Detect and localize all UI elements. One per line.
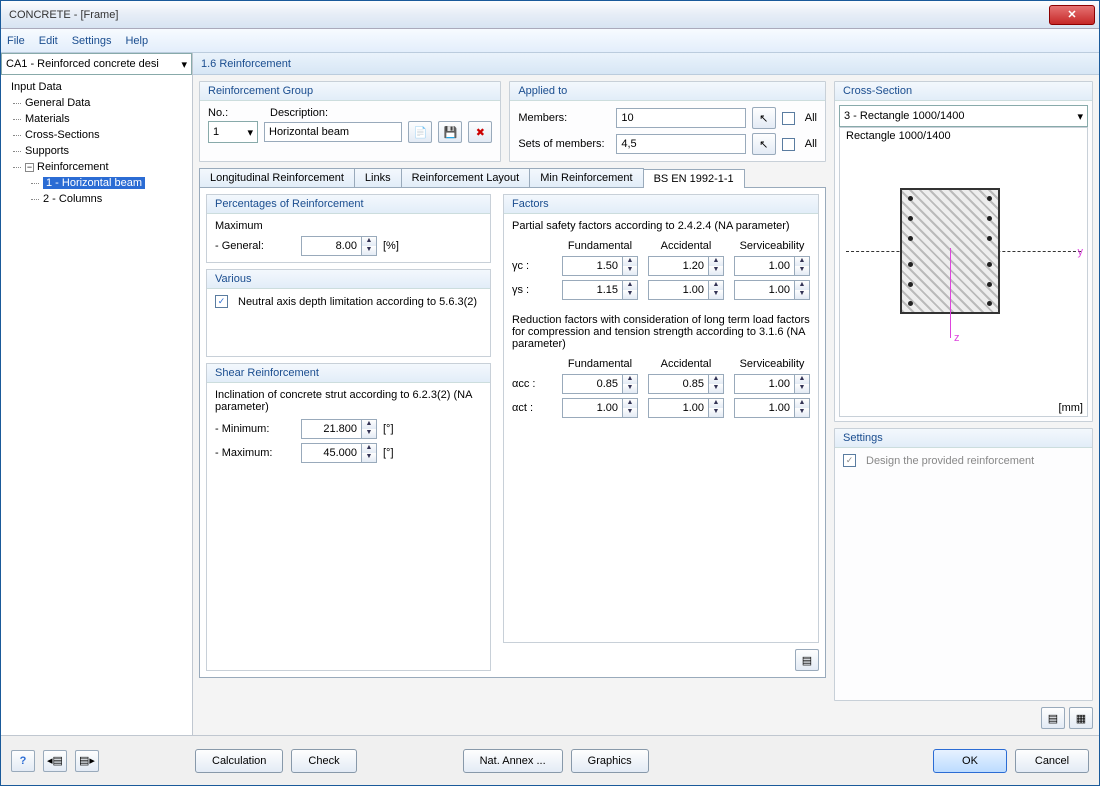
menu-settings[interactable]: Settings — [72, 35, 112, 47]
pick-sets-icon[interactable]: ↖ — [752, 133, 776, 155]
act-fund[interactable]: 1.00▲▼ — [562, 398, 638, 418]
sets-label: Sets of members: — [518, 138, 610, 150]
incl-label: Inclination of concrete strut according … — [215, 389, 482, 413]
sidebar: CA1 - Reinforced concrete desi▾ Input Da… — [1, 53, 193, 735]
window-title: CONCRETE - [Frame] — [5, 9, 1049, 21]
copy-icon[interactable]: 💾 — [438, 121, 462, 143]
tree-root[interactable]: Input Data — [7, 79, 186, 95]
percentages-box: Percentages of Reinforcement Maximum - G… — [206, 194, 491, 263]
tree-reinf[interactable]: −Reinforcement — [7, 159, 186, 175]
menu-file[interactable]: File — [7, 35, 25, 47]
factors-box: Factors Partial safety factors according… — [503, 194, 819, 643]
cs-info-icon[interactable]: ▦ — [1069, 707, 1093, 729]
tabstrip: Longitudinal Reinforcement Links Reinfor… — [199, 168, 826, 678]
page-title: 1.6 Reinforcement — [193, 53, 1099, 75]
help-icon[interactable]: ? — [11, 750, 35, 772]
general-spin[interactable]: 8.00▲▼ — [301, 236, 377, 256]
natannex-button[interactable]: Nat. Annex ... — [463, 749, 563, 773]
applied-to-title: Applied to — [510, 82, 825, 101]
reinf-group-title: Reinforcement Group — [200, 82, 500, 101]
members-label: Members: — [518, 112, 610, 124]
menu-help[interactable]: Help — [125, 35, 148, 47]
tree-materials[interactable]: Materials — [7, 111, 186, 127]
tree-general[interactable]: General Data — [7, 95, 186, 111]
graphics-button[interactable]: Graphics — [571, 749, 649, 773]
case-combo[interactable]: CA1 - Reinforced concrete desi▾ — [1, 53, 192, 75]
new-icon[interactable]: 📄 — [408, 121, 432, 143]
gc-fund[interactable]: 1.50▲▼ — [562, 256, 638, 276]
shear-min-spin[interactable]: 21.800▲▼ — [301, 419, 377, 439]
close-button[interactable]: ✕ — [1049, 5, 1095, 25]
desc-field[interactable]: Horizontal beam — [264, 122, 402, 142]
tree-supports[interactable]: Supports — [7, 143, 186, 159]
acc-serv[interactable]: 1.00▲▼ — [734, 374, 810, 394]
max-label: Maximum — [215, 220, 482, 232]
cross-section-box: Cross-Section 3 - Rectangle 1000/1400▾ R… — [834, 81, 1093, 422]
nav-tree: Input Data General Data Materials Cross-… — [1, 75, 192, 211]
delete-icon[interactable]: ✖ — [468, 121, 492, 143]
tree-reinf-1[interactable]: 1 - Horizontal beam — [7, 175, 186, 191]
tab-long[interactable]: Longitudinal Reinforcement — [199, 168, 355, 187]
no-label: No.: — [208, 107, 252, 119]
act-serv[interactable]: 1.00▲▼ — [734, 398, 810, 418]
psf-label: Partial safety factors according to 2.4.… — [512, 220, 810, 232]
tab-layout[interactable]: Reinforcement Layout — [401, 168, 531, 187]
no-combo[interactable]: 1▾ — [208, 121, 258, 143]
tab-bsen[interactable]: BS EN 1992-1-1 — [643, 169, 745, 188]
bottom-bar: ? ◂▤ ▤▸ Calculation Check Nat. Annex ...… — [1, 735, 1099, 785]
rf-label: Reduction factors with consideration of … — [512, 314, 810, 350]
gc-serv[interactable]: 1.00▲▼ — [734, 256, 810, 276]
gs-fund[interactable]: 1.15▲▼ — [562, 280, 638, 300]
design-chk: ✓ — [843, 454, 856, 467]
desc-label: Description: — [270, 107, 328, 119]
cs-combo[interactable]: 3 - Rectangle 1000/1400▾ — [839, 105, 1088, 127]
shear-max-spin[interactable]: 45.000▲▼ — [301, 443, 377, 463]
gc-acc[interactable]: 1.20▲▼ — [648, 256, 724, 276]
shear-box: Shear Reinforcement Inclination of concr… — [206, 363, 491, 671]
cs-library-icon[interactable]: ▤ — [1041, 707, 1065, 729]
calc-button[interactable]: Calculation — [195, 749, 283, 773]
cs-preview: Rectangle 1000/1400 — [839, 127, 1088, 417]
prev-icon[interactable]: ◂▤ — [43, 750, 67, 772]
acc-acc[interactable]: 0.85▲▼ — [648, 374, 724, 394]
acc-fund[interactable]: 0.85▲▼ — [562, 374, 638, 394]
details-icon[interactable]: ▤ — [795, 649, 819, 671]
members-field[interactable]: 10 — [616, 108, 745, 128]
menu-edit[interactable]: Edit — [39, 35, 58, 47]
titlebar: CONCRETE - [Frame] ✕ — [1, 1, 1099, 29]
tree-reinf-2[interactable]: 2 - Columns — [7, 191, 186, 207]
tab-links[interactable]: Links — [354, 168, 402, 187]
check-button[interactable]: Check — [291, 749, 356, 773]
act-acc[interactable]: 1.00▲▼ — [648, 398, 724, 418]
cancel-button[interactable]: Cancel — [1015, 749, 1089, 773]
ok-button[interactable]: OK — [933, 749, 1007, 773]
next-icon[interactable]: ▤▸ — [75, 750, 99, 772]
sets-field[interactable]: 4,5 — [616, 134, 745, 154]
collapse-icon[interactable]: − — [25, 163, 34, 172]
reinf-group-box: Reinforcement Group No.: Description: 1▾… — [199, 81, 501, 162]
gs-serv[interactable]: 1.00▲▼ — [734, 280, 810, 300]
settings-box: Settings ✓Design the provided reinforcem… — [834, 428, 1093, 701]
tab-min[interactable]: Min Reinforcement — [529, 168, 643, 187]
various-box: Various ✓Neutral axis depth limitation a… — [206, 269, 491, 357]
applied-to-box: Applied to Members: 10 ↖ All Sets of mem… — [509, 81, 826, 162]
pick-members-icon[interactable]: ↖ — [752, 107, 776, 129]
gs-acc[interactable]: 1.00▲▼ — [648, 280, 724, 300]
case-combo-label: CA1 - Reinforced concrete desi — [6, 58, 159, 70]
members-all-chk[interactable] — [782, 112, 795, 125]
menubar: File Edit Settings Help — [1, 29, 1099, 53]
neutral-chk[interactable]: ✓ — [215, 295, 228, 308]
tree-cs[interactable]: Cross-Sections — [7, 127, 186, 143]
sets-all-chk[interactable] — [782, 138, 795, 151]
app-window: CONCRETE - [Frame] ✕ File Edit Settings … — [0, 0, 1100, 786]
